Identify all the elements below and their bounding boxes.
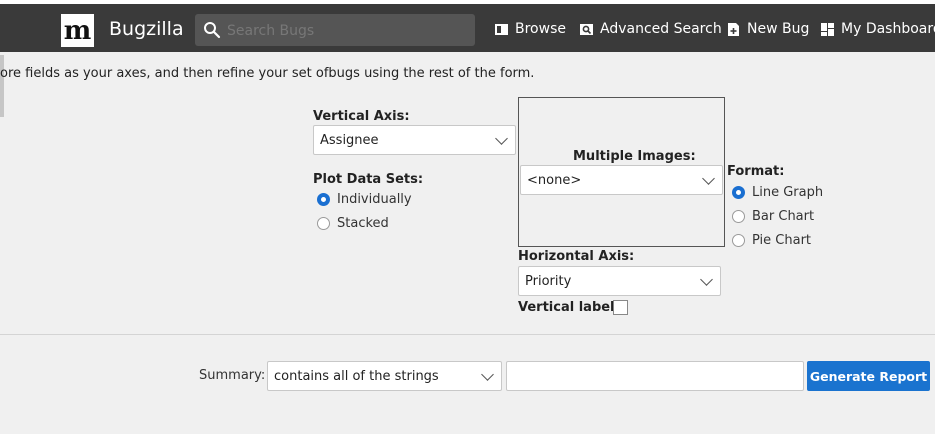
radio-line-graph-dot[interactable] bbox=[732, 186, 745, 199]
advanced-search-icon bbox=[580, 23, 593, 35]
chevron-down-icon bbox=[481, 368, 494, 381]
radio-stacked[interactable]: Stacked bbox=[317, 216, 389, 231]
vertical-axis-value: Assignee bbox=[320, 132, 379, 148]
horizontal-axis-label: Horizontal Axis: bbox=[518, 249, 635, 264]
vertical-axis-label: Vertical Axis: bbox=[313, 109, 410, 124]
multiple-images-select[interactable]: <none> bbox=[520, 165, 723, 195]
radio-individually-dot[interactable] bbox=[317, 193, 330, 206]
search-input[interactable] bbox=[225, 14, 469, 48]
top-navbar: m Bugzilla Browse Advanced Search New Bu… bbox=[0, 0, 935, 52]
radio-individually[interactable]: Individually bbox=[317, 192, 412, 207]
app-title[interactable]: Bugzilla bbox=[109, 18, 184, 40]
radio-bar-chart[interactable]: Bar Chart bbox=[732, 209, 814, 224]
intro-text: ore fields as your axes, and then refine… bbox=[0, 66, 535, 81]
summary-operator-value: contains all of the strings bbox=[274, 368, 439, 384]
browse-icon bbox=[495, 23, 508, 35]
scrollbar-thumb[interactable] bbox=[0, 55, 4, 117]
search-box[interactable] bbox=[195, 14, 475, 48]
nav-advanced-search[interactable]: Advanced Search bbox=[579, 21, 722, 37]
nav-browse[interactable]: Browse bbox=[494, 21, 566, 37]
dashboard-icon bbox=[821, 22, 834, 36]
summary-label: Summary: bbox=[199, 368, 266, 383]
radio-pie-chart-dot[interactable] bbox=[732, 234, 745, 247]
chevron-down-icon bbox=[495, 132, 508, 145]
summary-operator-select[interactable]: contains all of the strings bbox=[267, 361, 502, 391]
summary-text-input[interactable] bbox=[506, 361, 804, 391]
nav-browse-label: Browse bbox=[515, 21, 566, 37]
vertical-labels-label: Vertical labels: bbox=[518, 300, 628, 315]
vertical-axis-select[interactable]: Assignee bbox=[313, 125, 516, 155]
radio-pie-chart[interactable]: Pie Chart bbox=[732, 233, 811, 248]
radio-line-graph[interactable]: Line Graph bbox=[732, 185, 823, 200]
multiple-images-label: Multiple Images: bbox=[573, 149, 696, 164]
radio-bar-chart-dot[interactable] bbox=[732, 210, 745, 223]
search-icon bbox=[204, 22, 221, 39]
vertical-labels-checkbox[interactable] bbox=[613, 300, 628, 315]
nav-my-dashboard[interactable]: My Dashboard bbox=[820, 21, 935, 37]
nav-advanced-search-label: Advanced Search bbox=[600, 21, 722, 37]
multiple-images-value: <none> bbox=[527, 172, 582, 188]
radio-stacked-label: Stacked bbox=[337, 216, 389, 231]
format-label: Format: bbox=[727, 164, 785, 179]
nav-new-bug[interactable]: New Bug bbox=[726, 21, 809, 37]
generate-report-button[interactable]: Generate Report bbox=[807, 361, 930, 391]
bugzilla-logo[interactable]: m bbox=[61, 14, 94, 47]
radio-stacked-dot[interactable] bbox=[317, 217, 330, 230]
nav-new-bug-label: New Bug bbox=[747, 21, 810, 37]
plot-data-sets-label: Plot Data Sets: bbox=[313, 172, 424, 187]
logo-letter: m bbox=[63, 15, 92, 46]
radio-pie-chart-label: Pie Chart bbox=[752, 233, 812, 248]
radio-bar-chart-label: Bar Chart bbox=[752, 209, 815, 224]
horizontal-axis-select[interactable]: Priority bbox=[518, 266, 721, 296]
radio-line-graph-label: Line Graph bbox=[752, 185, 824, 200]
nav-my-dashboard-label: My Dashboard bbox=[841, 21, 935, 37]
chevron-down-icon bbox=[702, 172, 715, 185]
radio-individually-label: Individually bbox=[337, 192, 412, 207]
horizontal-axis-value: Priority bbox=[525, 273, 572, 289]
section-divider bbox=[0, 334, 935, 335]
new-bug-icon bbox=[728, 22, 739, 36]
chevron-down-icon bbox=[700, 273, 713, 286]
